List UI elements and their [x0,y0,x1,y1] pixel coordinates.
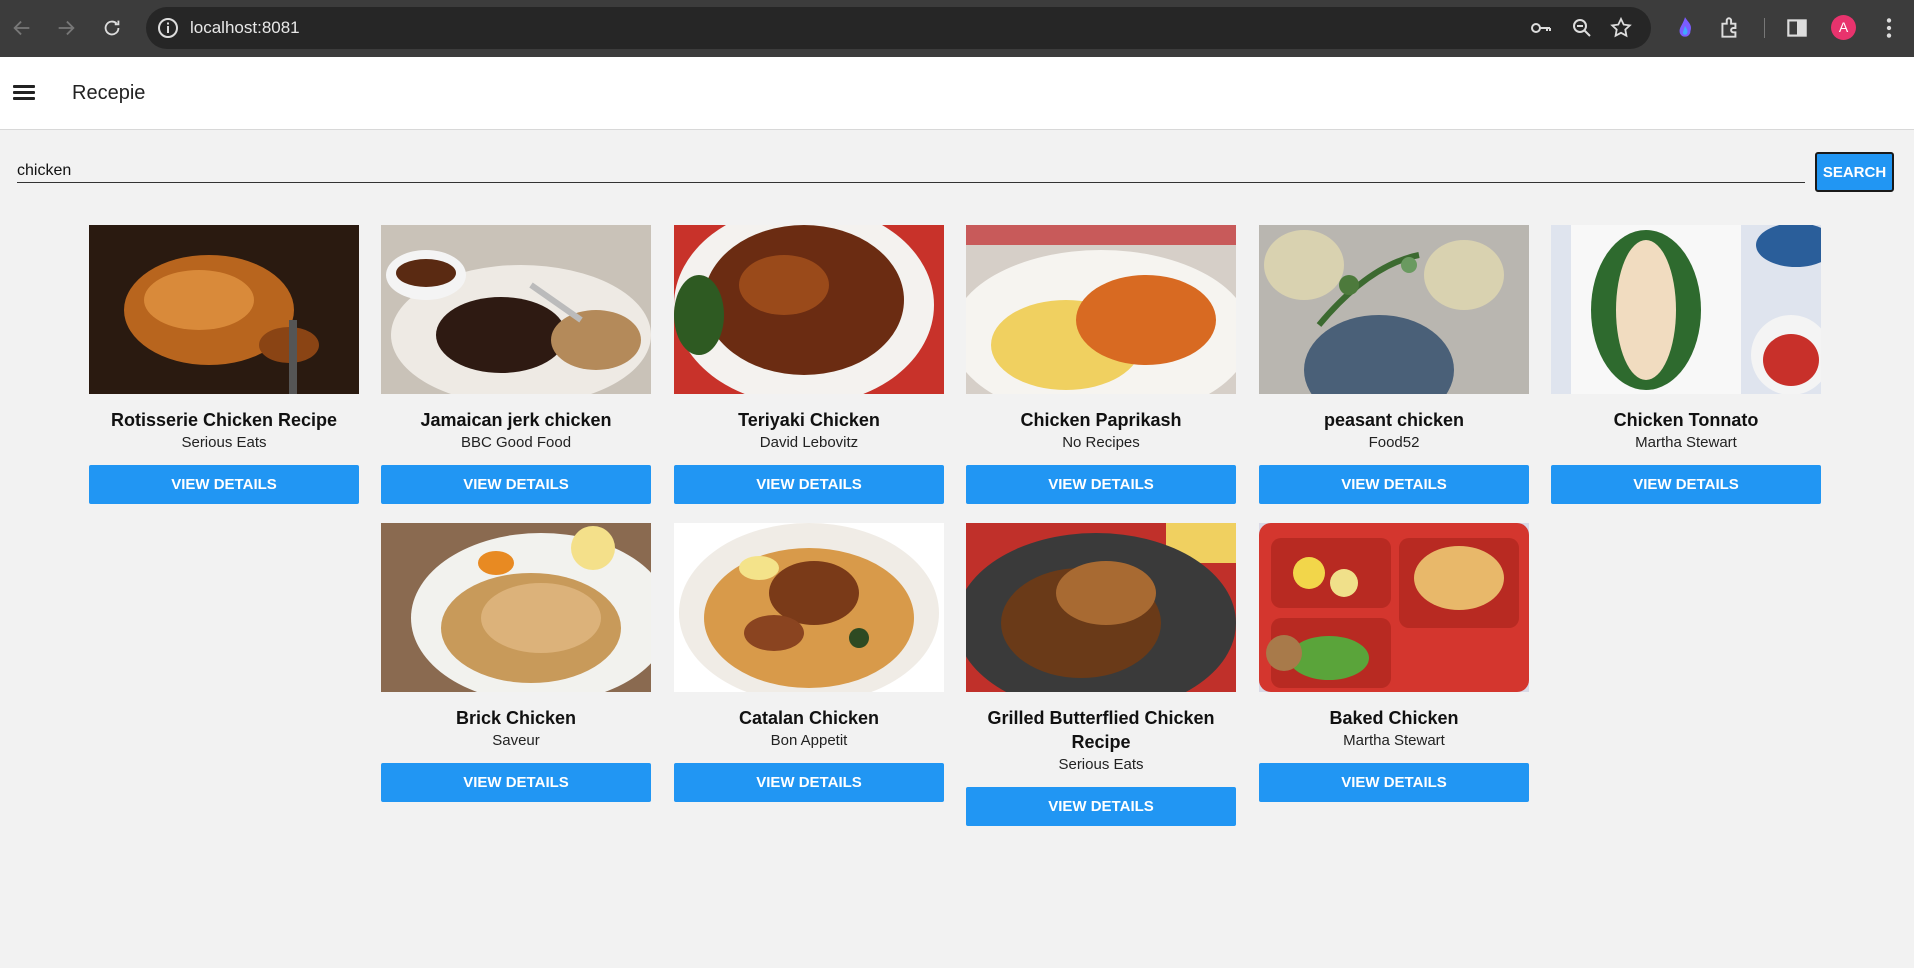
view-details-button[interactable]: VIEW DETAILS [381,763,651,802]
url-text[interactable]: localhost:8081 [190,7,300,49]
recipe-card: Chicken Tonnato Martha Stewart VIEW DETA… [1551,225,1821,504]
password-key-icon[interactable] [1529,16,1553,40]
recipe-image [381,523,651,692]
browser-toolbar: localhost:8081 A [0,0,1914,57]
hamburger-menu-icon[interactable] [12,82,36,104]
recipe-title: Rotisserie Chicken Recipe [110,410,338,430]
search-button[interactable]: SEARCH [1815,152,1894,192]
back-icon[interactable] [8,14,36,42]
recipe-card: Rotisserie Chicken Recipe Serious Eats V… [89,225,359,504]
recipe-title: peasant chicken [1323,410,1465,430]
recipe-card: Grilled Butterflied Chicken Recipe Serio… [966,523,1236,826]
address-bar[interactable]: localhost:8081 [146,7,1651,49]
puzzle-extensions-icon[interactable] [1717,15,1743,41]
app-header: Recepie [0,57,1914,130]
recipe-title: Chicken Tonnato [1613,410,1759,430]
recipe-image [966,225,1236,394]
recipe-image [1259,523,1529,692]
recipe-image [674,523,944,692]
recipe-title: Chicken Paprikash [1020,410,1182,430]
view-details-button[interactable]: VIEW DETAILS [1551,465,1821,504]
recipe-title: Jamaican jerk chicken [420,410,612,430]
search-input[interactable] [17,161,1805,183]
zoom-icon[interactable] [1570,16,1594,40]
recipe-image [1551,225,1821,394]
bookmark-star-icon[interactable] [1609,16,1633,40]
profile-avatar[interactable]: A [1831,15,1856,40]
forward-icon[interactable] [52,14,80,42]
recipe-source: Food52 [1368,434,1420,451]
reload-icon[interactable] [98,14,126,42]
recipe-title: Brick Chicken [455,708,577,728]
recipe-source: Serious Eats [1058,756,1144,773]
side-panel-icon[interactable] [1784,15,1810,41]
recipe-image [966,523,1236,692]
view-details-button[interactable]: VIEW DETAILS [89,465,359,504]
recipe-card: Catalan Chicken Bon Appetit VIEW DETAILS [674,523,944,802]
app-title: Recepie [72,82,146,104]
view-details-button[interactable]: VIEW DETAILS [966,787,1236,826]
recipe-source: Saveur [492,732,540,749]
recipe-source: Martha Stewart [1635,434,1737,451]
view-details-button[interactable]: VIEW DETAILS [674,763,944,802]
recipe-title: Grilled Butterflied Chicken Recipe [987,708,1215,752]
recipe-source: Martha Stewart [1343,732,1445,749]
recipe-image [674,225,944,394]
recipe-card: Teriyaki Chicken David Lebovitz VIEW DET… [674,225,944,504]
view-details-button[interactable]: VIEW DETAILS [1259,465,1529,504]
view-details-button[interactable]: VIEW DETAILS [674,465,944,504]
recipe-image [381,225,651,394]
recipe-card: Chicken Paprikash No Recipes VIEW DETAIL… [966,225,1236,504]
recipe-source: BBC Good Food [460,434,572,451]
site-info-icon[interactable] [156,16,180,40]
recipe-card: Baked Chicken Martha Stewart VIEW DETAIL… [1259,523,1529,802]
view-details-button[interactable]: VIEW DETAILS [1259,763,1529,802]
extension-icon[interactable] [1672,15,1698,41]
recipe-title: Baked Chicken [1329,708,1459,728]
recipe-source: David Lebovitz [759,434,859,451]
recipe-card: Jamaican jerk chicken BBC Good Food VIEW… [381,225,651,504]
recipe-source: No Recipes [1062,434,1140,451]
recipe-title: Teriyaki Chicken [738,410,880,430]
recipe-image [89,225,359,394]
view-details-button[interactable]: VIEW DETAILS [966,465,1236,504]
recipe-source: Bon Appetit [770,732,848,749]
recipe-source: Serious Eats [181,434,267,451]
recipe-image [1259,225,1529,394]
recipe-card: Brick Chicken Saveur VIEW DETAILS [381,523,651,802]
recipe-title: Catalan Chicken [738,708,880,728]
view-details-button[interactable]: VIEW DETAILS [381,465,651,504]
toolbar-divider [1764,18,1765,38]
recipe-card: peasant chicken Food52 VIEW DETAILS [1259,225,1529,504]
more-menu-icon[interactable] [1876,15,1902,41]
